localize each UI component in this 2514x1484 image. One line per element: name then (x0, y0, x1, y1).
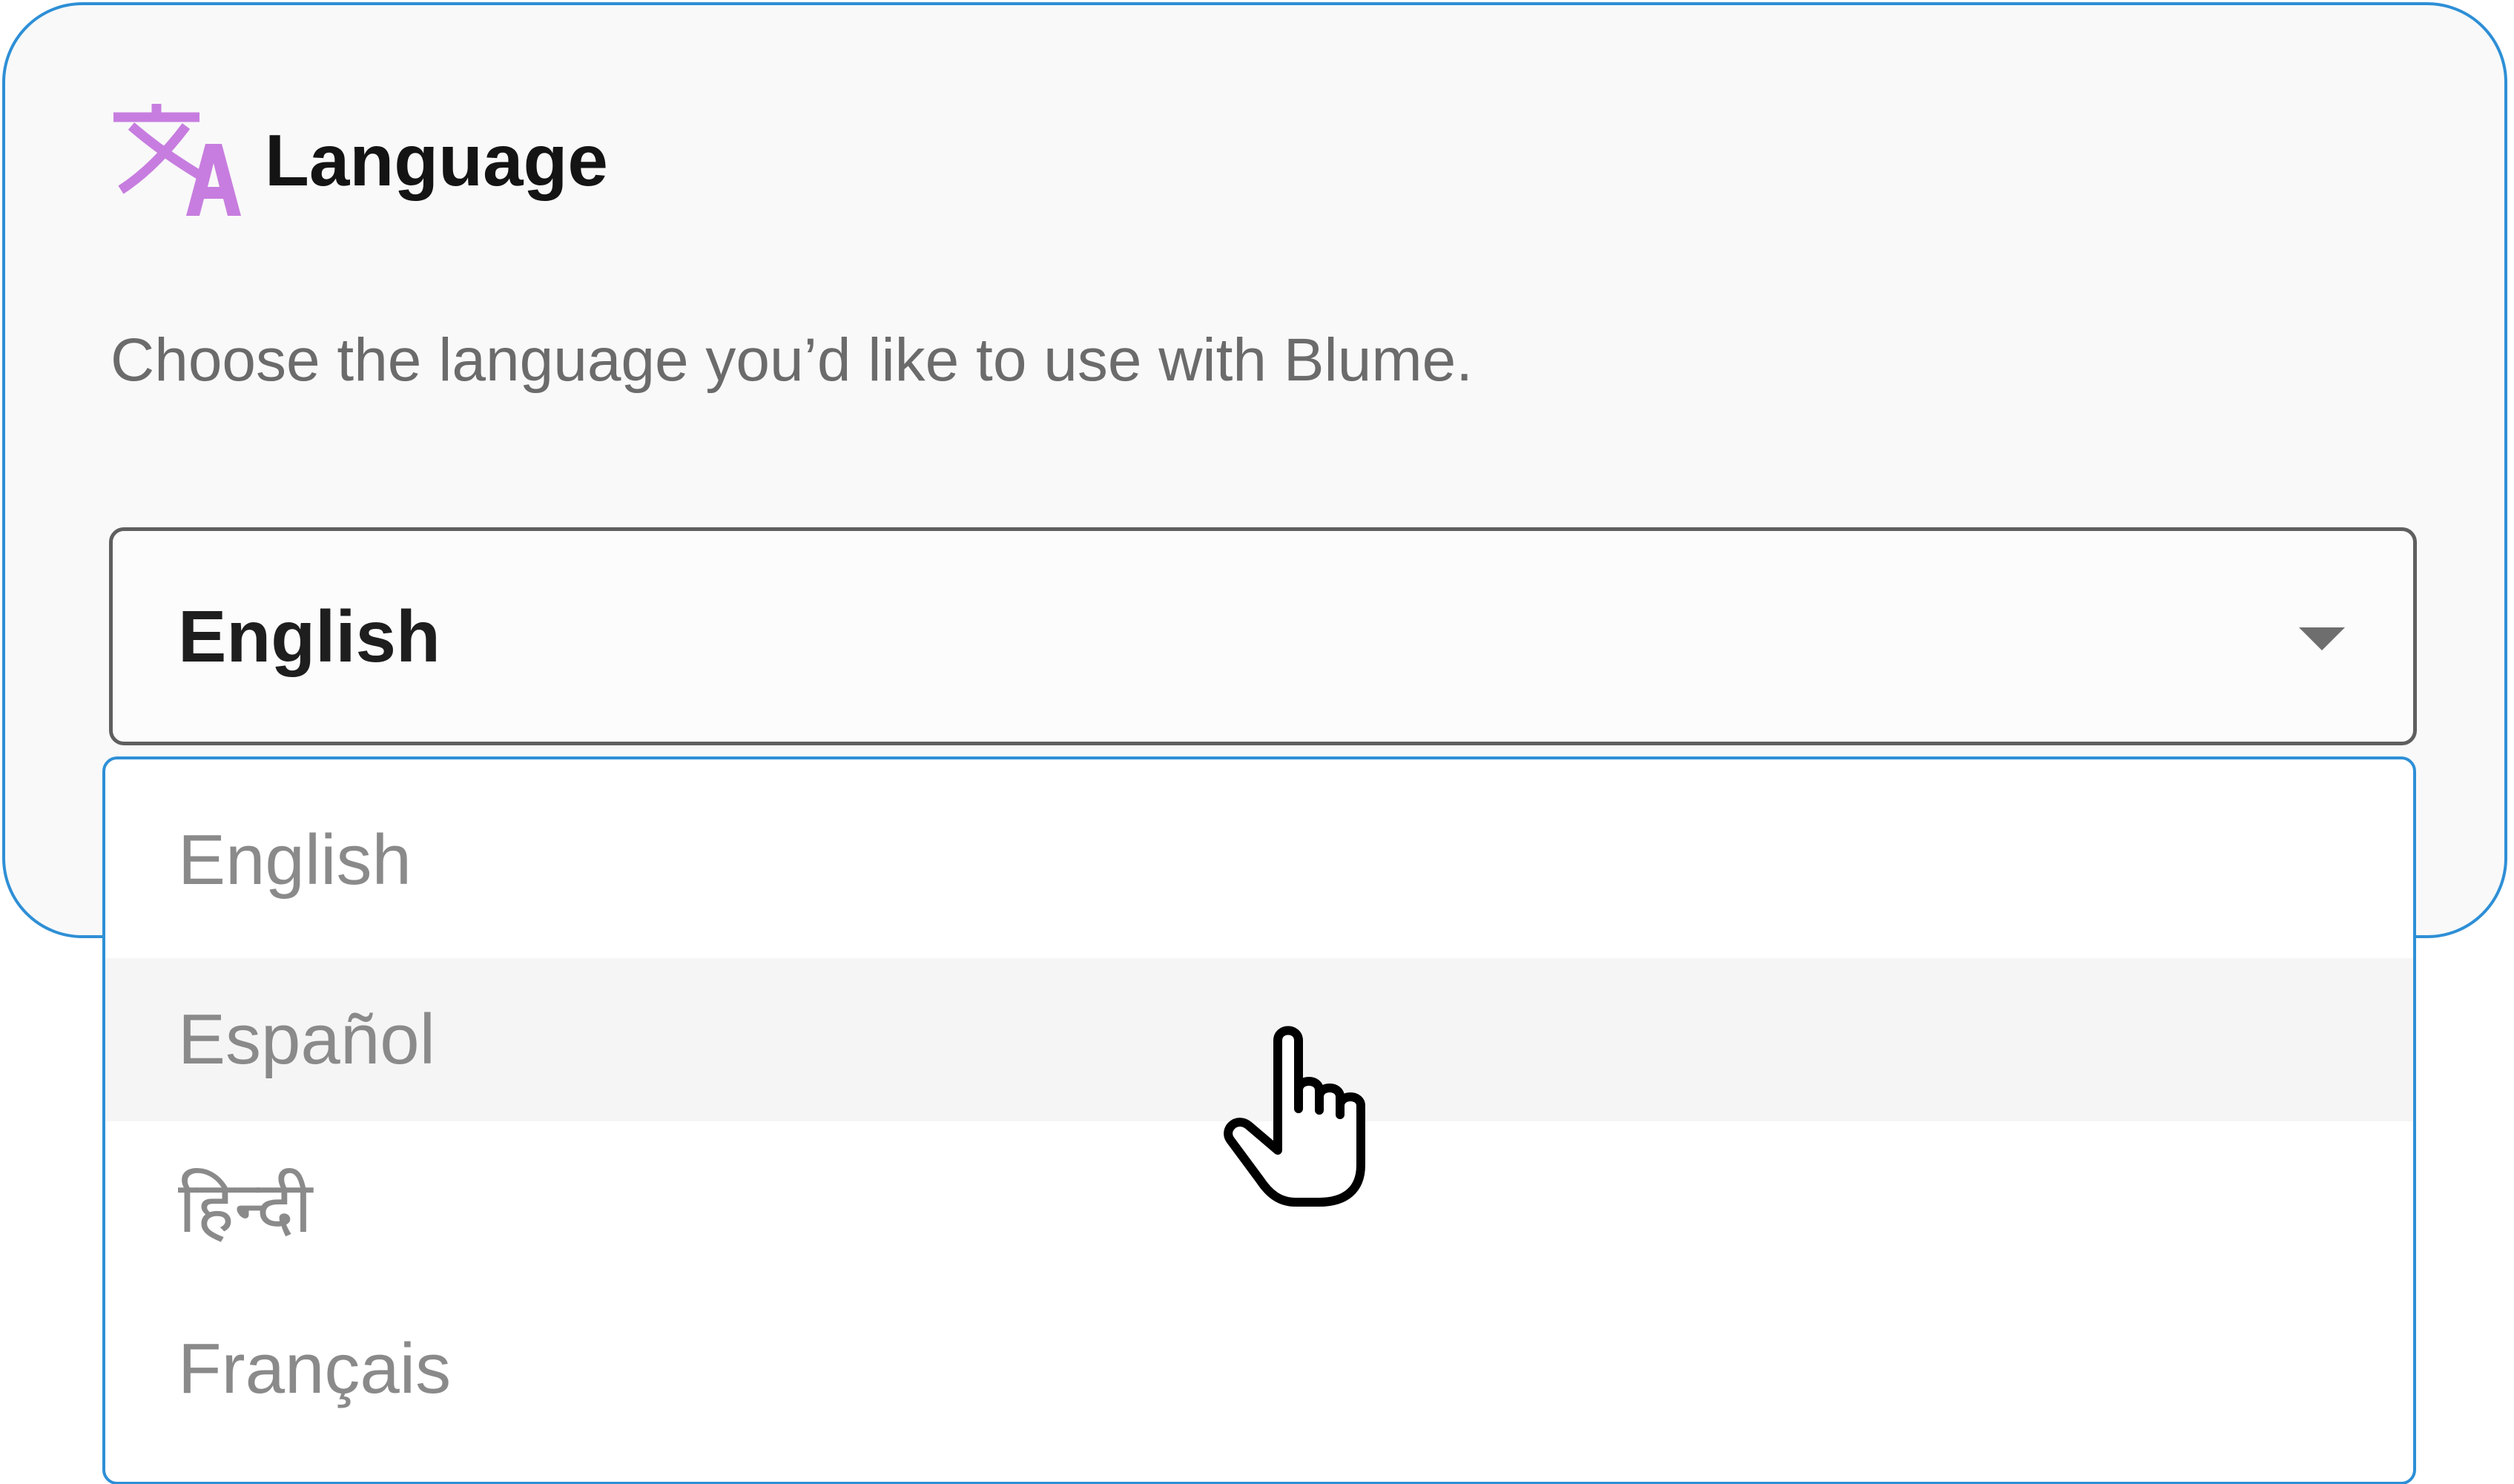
translate-icon (113, 104, 241, 216)
language-option-francais[interactable]: Français (105, 1287, 2413, 1451)
language-option-espanol[interactable]: Español (105, 958, 2413, 1121)
card-description: Choose the language you’d like to use wi… (110, 326, 1474, 394)
option-label: Français (178, 1329, 452, 1408)
option-label: Español (178, 1000, 435, 1079)
option-label: English (178, 820, 412, 900)
language-option-english[interactable]: English (105, 779, 2413, 942)
language-settings-screen: Language Choose the language you’d like … (0, 0, 2514, 1484)
language-dropdown-menu: English Español हिन्दी Français (102, 756, 2416, 1484)
language-select-value: English (178, 595, 441, 677)
language-option-hindi[interactable]: हिन्दी (105, 1123, 2413, 1286)
card-title: Language (265, 119, 608, 201)
card-header: Language (110, 97, 608, 223)
option-label: हिन्दी (178, 1167, 313, 1247)
caret-down-icon (2299, 627, 2345, 650)
language-select[interactable]: English (109, 527, 2417, 745)
